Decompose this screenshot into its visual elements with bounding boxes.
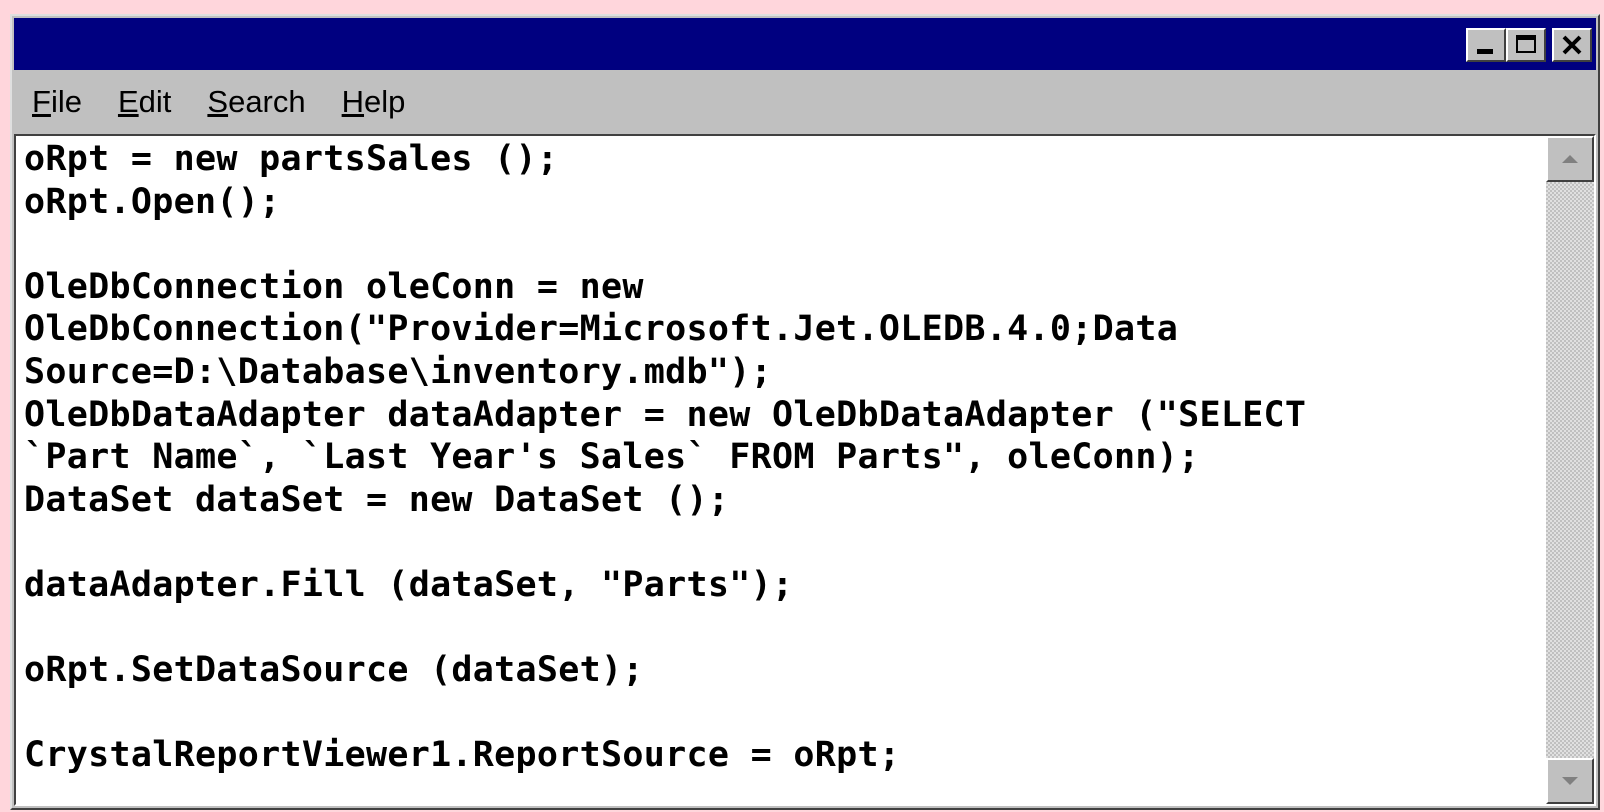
- code-line: oRpt.SetDataSource (dataSet);: [24, 650, 644, 691]
- code-line: dataAdapter.Fill (dataSet, "Parts");: [24, 564, 794, 605]
- code-line: OleDbConnection oleConn = new: [24, 266, 644, 307]
- title-bar[interactable]: [14, 18, 1596, 70]
- menu-file[interactable]: File: [32, 84, 82, 120]
- menu-edit[interactable]: Edit: [118, 84, 171, 120]
- code-line: `Part Name`, `Last Year's Sales` FROM Pa…: [24, 437, 1200, 478]
- minimize-icon: [1477, 49, 1493, 54]
- code-line: CrystalReportViewer1.ReportSource = oRpt…: [24, 735, 901, 776]
- maximize-icon: [1516, 35, 1536, 53]
- close-icon: [1554, 30, 1590, 60]
- menu-help[interactable]: Help: [342, 84, 406, 120]
- code-line: Source=D:\Database\inventory.mdb");: [24, 351, 773, 392]
- scroll-down-arrow-icon: [1562, 777, 1578, 785]
- scroll-up-arrow-icon: [1562, 155, 1578, 163]
- code-line: OleDbDataAdapter dataAdapter = new OleDb…: [24, 394, 1307, 435]
- menu-bar: File Edit Search Help: [14, 76, 1596, 128]
- window-controls: [1466, 28, 1592, 62]
- code-line: DataSet dataSet = new DataSet ();: [24, 479, 730, 520]
- code-line: oRpt = new partsSales ();: [24, 139, 559, 179]
- text-editor[interactable]: oRpt = new partsSales (); oRpt.Open(); O…: [16, 136, 1546, 804]
- notepad-window: File Edit Search Help oRpt = new partsSa…: [10, 14, 1600, 810]
- menu-search[interactable]: Search: [207, 84, 305, 120]
- vertical-scrollbar[interactable]: [1546, 136, 1594, 804]
- close-button[interactable]: [1552, 28, 1592, 62]
- maximize-button[interactable]: [1506, 28, 1546, 62]
- code-line: OleDbConnection("Provider=Microsoft.Jet.…: [24, 309, 1179, 350]
- scroll-down-button[interactable]: [1546, 758, 1594, 804]
- code-line: oRpt.Open();: [24, 181, 281, 222]
- editor-frame: oRpt = new partsSales (); oRpt.Open(); O…: [14, 134, 1596, 806]
- minimize-button[interactable]: [1466, 28, 1506, 62]
- scroll-up-button[interactable]: [1546, 136, 1594, 182]
